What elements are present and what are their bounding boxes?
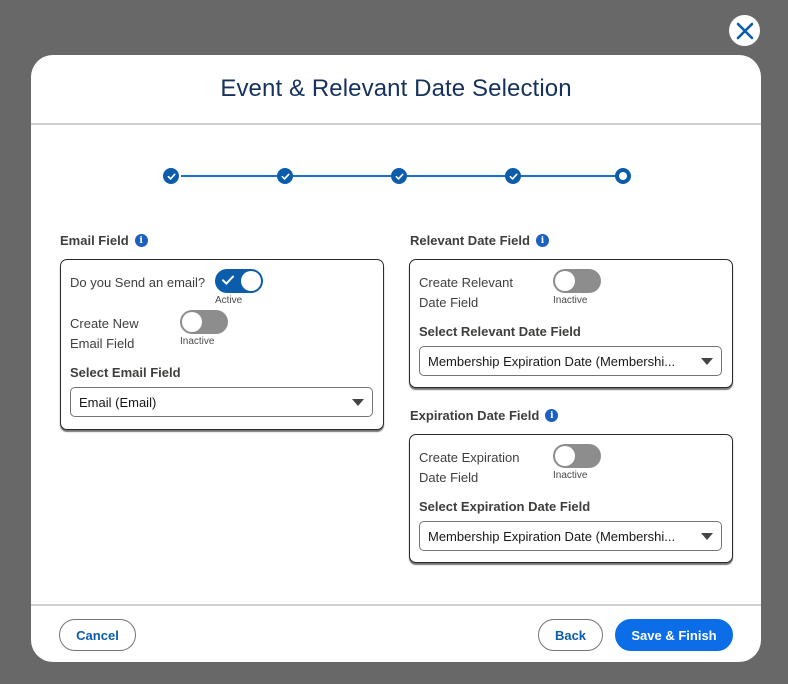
create-relevant-state: Inactive — [553, 295, 588, 306]
step-connector — [407, 175, 505, 177]
email-field-heading: Email Field — [60, 233, 129, 248]
expiration-date-heading: Expiration Date Field — [410, 408, 540, 423]
expiration-date-select[interactable]: Membership Expiration Date (Membershi... — [419, 521, 722, 551]
create-relevant-label-line1: Create Relevant — [419, 275, 513, 290]
toggle-knob — [182, 312, 202, 332]
create-expiration-label-line2: Date Field — [419, 470, 479, 485]
email-field-card: Do you Send an email? Active Create New … — [60, 259, 384, 430]
email-field-section-label: Email Field i — [60, 233, 148, 248]
create-new-email-state: Inactive — [180, 336, 215, 347]
check-icon — [395, 173, 404, 180]
step-3-complete[interactable] — [391, 168, 407, 184]
step-1-complete[interactable] — [163, 168, 179, 184]
expiration-date-section-label: Expiration Date Field i — [410, 408, 559, 423]
create-expiration-toggle[interactable] — [553, 444, 601, 468]
send-email-toggle[interactable] — [215, 269, 263, 293]
create-new-email-label-line2: Email Field — [70, 336, 135, 351]
expiration-date-card: Create Expiration Date Field Inactive Se… — [409, 434, 733, 563]
relevant-date-select[interactable]: Membership Expiration Date (Membershi... — [419, 346, 722, 376]
cancel-button[interactable]: Cancel — [59, 619, 136, 651]
relevant-date-heading: Relevant Date Field — [410, 233, 530, 248]
chevron-down-icon — [352, 399, 364, 406]
step-5-current[interactable] — [615, 168, 631, 184]
step-connector — [293, 175, 391, 177]
close-button[interactable] — [729, 15, 760, 46]
create-expiration-state: Inactive — [553, 470, 588, 481]
create-relevant-label-line2: Date Field — [419, 295, 479, 310]
check-icon — [167, 173, 176, 180]
create-relevant-toggle[interactable] — [553, 269, 601, 293]
select-relevant-date-label: Select Relevant Date Field — [419, 324, 581, 339]
create-expiration-label-line1: Create Expiration — [419, 450, 520, 465]
create-new-email-toggle[interactable] — [180, 310, 228, 334]
toggle-knob — [241, 271, 261, 291]
email-field-select-value: Email (Email) — [79, 394, 157, 410]
send-email-state: Active — [215, 295, 243, 306]
step-connector — [521, 175, 617, 177]
select-email-field-label: Select Email Field — [70, 365, 181, 380]
create-new-email-label-line1: Create New — [70, 316, 139, 331]
modal-dialog: Event & Relevant Date Selection Email Fi… — [31, 55, 761, 662]
modal-footer: Cancel Back Save & Finish — [31, 604, 761, 662]
back-button[interactable]: Back — [538, 619, 603, 651]
step-connector — [181, 175, 279, 177]
check-icon — [281, 173, 290, 180]
expiration-date-select-value: Membership Expiration Date (Membershi... — [428, 528, 676, 544]
step-2-complete[interactable] — [277, 168, 293, 184]
check-icon — [222, 275, 234, 286]
info-icon[interactable]: i — [545, 409, 559, 422]
modal-header: Event & Relevant Date Selection — [31, 55, 761, 125]
email-field-select[interactable]: Email (Email) — [70, 387, 373, 417]
save-finish-button[interactable]: Save & Finish — [615, 619, 733, 651]
toggle-knob — [555, 446, 575, 466]
chevron-down-icon — [701, 533, 713, 540]
relevant-date-card: Create Relevant Date Field Inactive Sele… — [409, 259, 733, 388]
close-icon — [736, 22, 753, 39]
step-4-complete[interactable] — [505, 168, 521, 184]
send-email-label: Do you Send an email? — [70, 275, 206, 290]
relevant-date-section-label: Relevant Date Field i — [410, 233, 549, 248]
info-icon[interactable]: i — [535, 234, 549, 247]
toggle-knob — [555, 271, 575, 291]
chevron-down-icon — [701, 358, 713, 365]
info-icon[interactable]: i — [134, 234, 148, 247]
modal-title: Event & Relevant Date Selection — [220, 75, 572, 102]
current-step-icon — [619, 172, 627, 180]
relevant-date-select-value: Membership Expiration Date (Membershi... — [428, 353, 676, 369]
check-icon — [509, 173, 518, 180]
select-expiration-date-label: Select Expiration Date Field — [419, 499, 591, 514]
